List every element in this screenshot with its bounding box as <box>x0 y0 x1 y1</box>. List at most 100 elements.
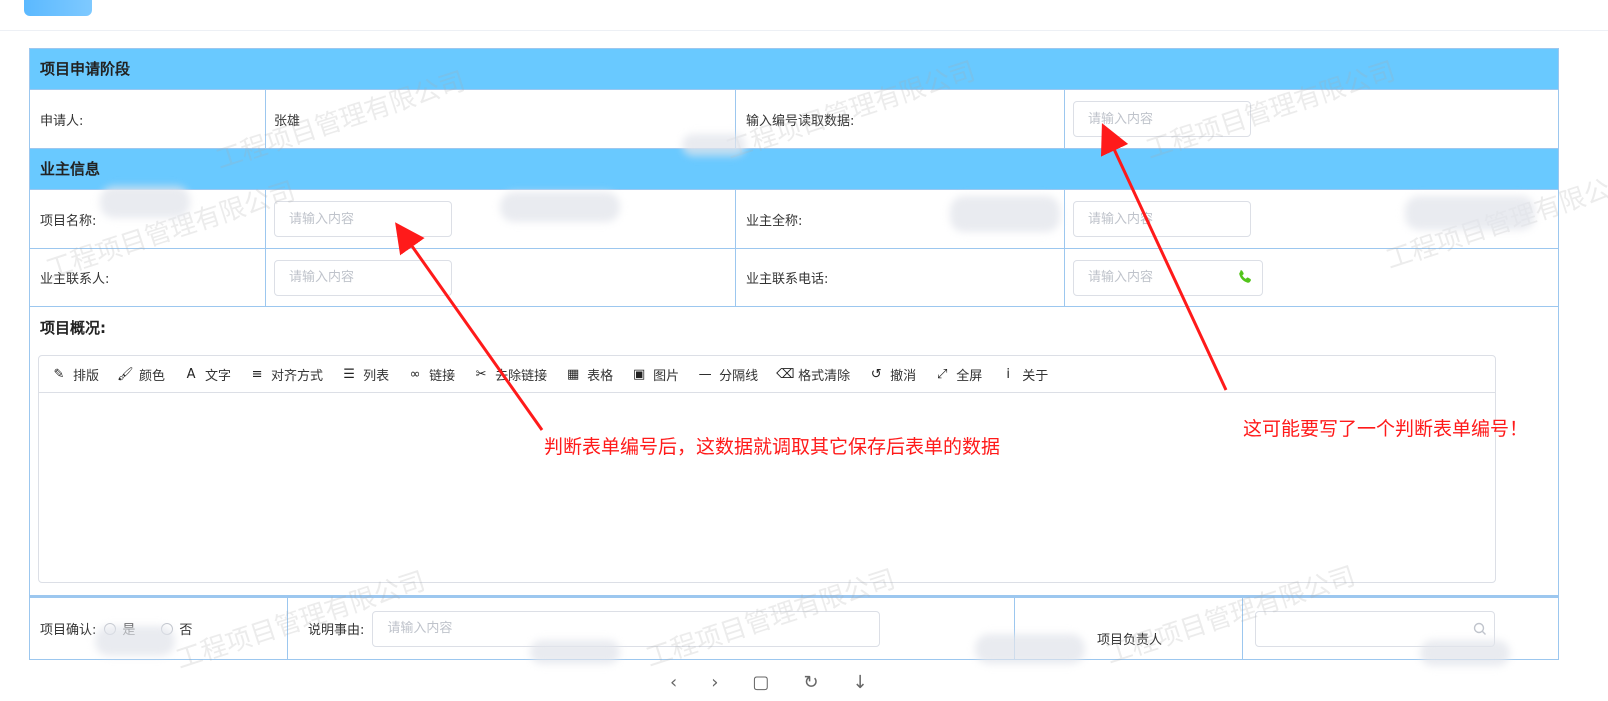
rotate-icon[interactable]: ↻ <box>803 672 818 701</box>
number-cell <box>1065 90 1558 148</box>
toolbar-pencil[interactable]: ✎ 排版 <box>51 365 99 384</box>
manager-select-cell <box>1243 598 1558 659</box>
manager-select-box[interactable] <box>1255 610 1495 647</box>
toolbar-font[interactable]: A 文字 <box>183 365 231 384</box>
owner-fullname-label: 业主全称: <box>736 190 1065 248</box>
reason-label: 说明事由: <box>308 623 365 638</box>
toolbar-info[interactable]: i 关于 <box>1000 365 1048 384</box>
applicant-value: 张雄 <box>266 90 736 148</box>
project-name-row: 项目名称: 业主全称: <box>30 190 1558 249</box>
form-number-input[interactable] <box>1073 101 1251 137</box>
owner-fullname-cell <box>1065 190 1558 248</box>
phone-label: 业主联系电话: <box>736 249 1065 306</box>
toolbar-label: 文字 <box>205 368 232 384</box>
overview-label: 项目概况: <box>40 319 106 337</box>
toolbar-label: 分隔线 <box>719 368 759 384</box>
undo-icon: ↺ <box>870 366 882 382</box>
unlink-icon: ✂ <box>475 366 487 382</box>
manager-label: 项目负责人 <box>1096 633 1162 648</box>
confirm-cell: 项目确认: 是 否 <box>30 598 288 659</box>
radio-yes-label: 是 <box>122 623 136 638</box>
project-name-cell <box>266 190 736 248</box>
radio-no-circle[interactable] <box>161 622 174 635</box>
confirm-row: 项目确认: 是 否 说明事由: 项目负责人 <box>30 595 1558 659</box>
top-tab-indicator <box>24 0 92 16</box>
confirm-label: 项目确认: <box>40 623 97 638</box>
annotation-left: 判断表单编号后，这数据就调取其它保存后表单的数据 <box>544 436 1001 458</box>
radio-yes[interactable]: 是 <box>104 619 135 638</box>
number-label: 输入编号读取数据: <box>736 90 1065 148</box>
phone-input-wrap <box>1073 259 1263 296</box>
toolbar-table[interactable]: ▦ 表格 <box>565 365 613 384</box>
frame-icon[interactable]: ▢ <box>752 672 769 701</box>
next-icon[interactable]: › <box>711 672 718 701</box>
toolbar-label: 颜色 <box>139 368 166 384</box>
section-header-owner: 业主信息 <box>30 149 1558 190</box>
toolbar-fullscreen[interactable]: ⤢ 全屏 <box>934 365 982 384</box>
owner-phone-input[interactable] <box>1073 259 1263 296</box>
contact-cell <box>266 249 736 306</box>
toolbar-link[interactable]: ∞ 链接 <box>407 365 455 384</box>
manager-label-cell: 项目负责人 <box>1015 598 1243 659</box>
link-icon: ∞ <box>409 366 421 382</box>
section-title-application: 项目申请阶段 <box>40 60 131 78</box>
toolbar-label: 链接 <box>429 368 456 384</box>
toolbar-label: 列表 <box>363 368 390 384</box>
toolbar-label: 全屏 <box>956 368 983 384</box>
list-icon: ☰ <box>343 366 355 382</box>
toolbar-label: 撤消 <box>890 368 917 384</box>
project-name-label: 项目名称: <box>30 190 266 248</box>
editor-toolbar: ✎ 排版 🖌 颜色 A 文字 ≡ 对齐方式 ☰ 列表 ∞ 链接 ✂ 去除链接 ▦ 表格 ▣ 图片 — 分隔线 ⌫ 格式清除… <box>39 356 1495 393</box>
fullscreen-icon: ⤢ <box>936 366 948 382</box>
owner-contact-input[interactable] <box>274 259 452 296</box>
prev-icon[interactable]: ‹ <box>670 672 677 701</box>
toolbar-align[interactable]: ≡ 对齐方式 <box>249 365 323 384</box>
toolbar-eraser[interactable]: ⌫ 格式清除 <box>776 365 850 384</box>
applicant-row: 申请人: 张雄 输入编号读取数据: <box>30 90 1558 149</box>
pencil-icon: ✎ <box>53 366 65 382</box>
toolbar-brush[interactable]: 🖌 颜色 <box>117 365 165 384</box>
radio-no-label: 否 <box>179 623 193 638</box>
rich-text-editor: ✎ 排版 🖌 颜色 A 文字 ≡ 对齐方式 ☰ 列表 ∞ 链接 ✂ 去除链接 ▦ 表格 ▣ 图片 — 分隔线 ⌫ 格式清除… <box>38 355 1496 583</box>
divider-icon: — <box>698 366 712 382</box>
toolbar-label: 图片 <box>653 368 680 384</box>
reason-cell: 说明事由: <box>288 598 1015 659</box>
toolbar-image[interactable]: ▣ 图片 <box>631 365 679 384</box>
eraser-icon: ⌫ <box>776 366 795 382</box>
table-icon: ▦ <box>566 366 580 382</box>
font-icon: A <box>186 366 196 382</box>
pager-controls: ‹ › ▢ ↻ ↓ <box>670 672 900 701</box>
contact-label: 业主联系人: <box>30 249 266 306</box>
section-title-owner: 业主信息 <box>40 160 101 178</box>
contact-row: 业主联系人: 业主联系电话: <box>30 249 1558 307</box>
reason-input[interactable] <box>372 610 881 647</box>
toolbar-label: 对齐方式 <box>271 368 324 384</box>
toolbar-label: 格式清除 <box>798 368 851 384</box>
section-header-application: 项目申请阶段 <box>30 49 1558 90</box>
image-icon: ▣ <box>632 366 646 382</box>
annotation-right: 这可能要写了一个判断表单编号！ <box>1243 418 1529 440</box>
applicant-label: 申请人: <box>30 90 266 148</box>
project-name-input[interactable] <box>274 201 452 237</box>
radio-yes-circle[interactable] <box>104 622 117 635</box>
phone-cell <box>1065 249 1558 306</box>
owner-fullname-input[interactable] <box>1073 201 1251 237</box>
info-icon: i <box>1006 366 1011 382</box>
phone-icon[interactable] <box>1237 269 1253 285</box>
toolbar-label: 关于 <box>1022 368 1049 384</box>
brush-icon: 🖌 <box>117 366 134 382</box>
top-divider <box>0 30 1608 31</box>
toolbar-label: 排版 <box>73 368 100 384</box>
toolbar-divider[interactable]: — 分隔线 <box>697 365 759 384</box>
align-icon: ≡ <box>251 366 263 382</box>
download-icon[interactable]: ↓ <box>853 672 868 701</box>
toolbar-label: 去除链接 <box>495 368 548 384</box>
search-icon <box>1473 622 1486 635</box>
toolbar-label: 表格 <box>587 368 614 384</box>
manager-select[interactable] <box>1255 610 1495 647</box>
toolbar-undo[interactable]: ↺ 撤消 <box>868 365 916 384</box>
project-form: 项目申请阶段 申请人: 张雄 输入编号读取数据: 业主信息 项目名称: 业主全称… <box>29 48 1559 660</box>
toolbar-unlink[interactable]: ✂ 去除链接 <box>473 365 547 384</box>
toolbar-list[interactable]: ☰ 列表 <box>341 365 389 384</box>
radio-no[interactable]: 否 <box>161 619 192 638</box>
